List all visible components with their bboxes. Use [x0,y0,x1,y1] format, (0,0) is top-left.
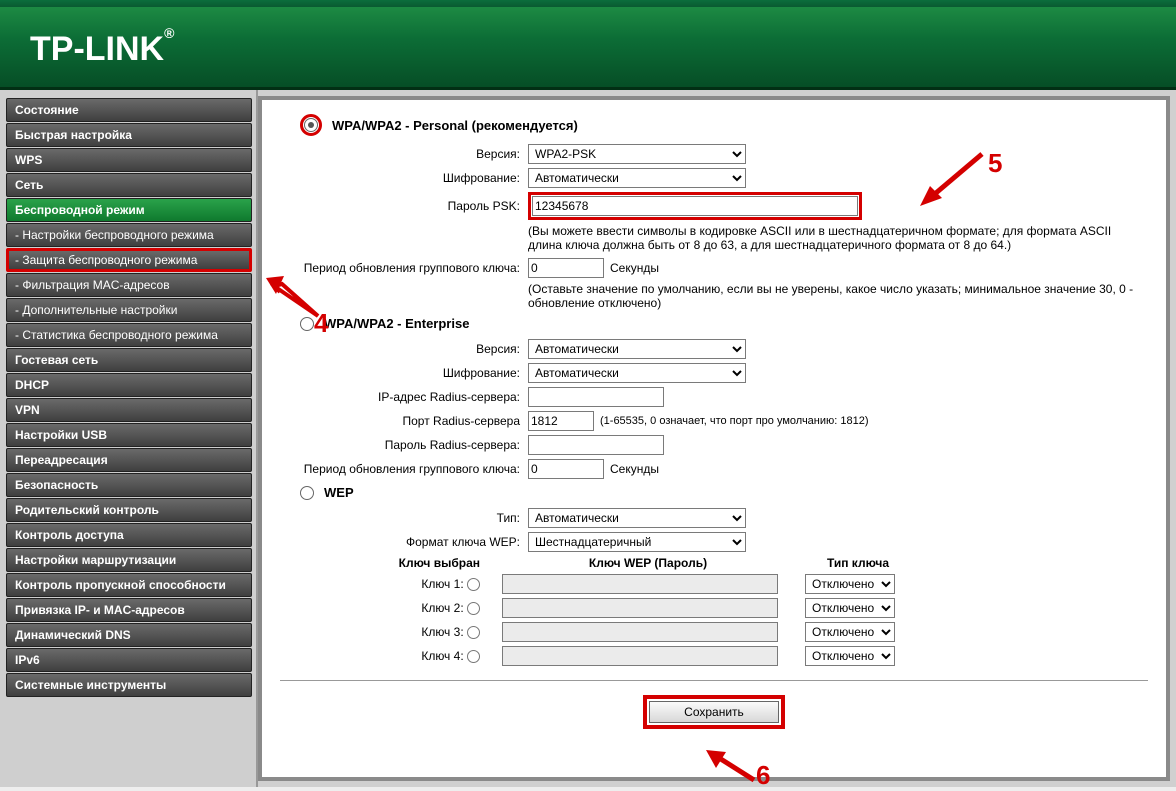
gk-unit: Секунды [610,261,659,275]
wep-key-label: Ключ 4: [421,649,463,663]
gk-label: Период обновления группового ключа: [280,261,528,275]
wpa-enterprise-head[interactable]: WPA/WPA2 - Enterprise [300,316,1148,331]
wep-title: WEP [324,485,354,500]
wep-key-type[interactable]: Отключено [805,622,895,642]
wep-key-label: Ключ 1: [421,577,463,591]
wpa-enterprise-title: WPA/WPA2 - Enterprise [324,316,469,331]
wep-format[interactable]: Шестнадцатеричный [528,532,746,552]
sidebar-item-15[interactable]: Безопасность [6,473,252,497]
wep-key-input[interactable] [502,574,778,594]
radius-port-label: Порт Radius-сервера [280,414,528,428]
wep-key-type[interactable]: Отключено [805,598,895,618]
ent-cipher[interactable]: Автоматически [528,363,746,383]
wep-key-label: Ключ 2: [421,601,463,615]
sidebar-item-8[interactable]: - Дополнительные настройки [6,298,252,322]
radio-wep[interactable] [300,486,314,500]
wpa-personal-version[interactable]: WPA2-PSK [528,144,746,164]
sidebar-item-21[interactable]: Динамический DNS [6,623,252,647]
wpa-personal-cipher[interactable]: Автоматически [528,168,746,188]
wep-key-input[interactable] [502,622,778,642]
sidebar-item-11[interactable]: DHCP [6,373,252,397]
psk-label: Пароль PSK: [280,199,528,213]
sidebar: СостояниеБыстрая настройкаWPSСетьБеспров… [0,90,258,787]
wep-type[interactable]: Автоматически [528,508,746,528]
sidebar-item-4[interactable]: Беспроводной режим [6,198,252,222]
sidebar-item-16[interactable]: Родительский контроль [6,498,252,522]
sidebar-item-20[interactable]: Привязка IP- и MAC-адресов [6,598,252,622]
sidebar-item-19[interactable]: Контроль пропускной способности [6,573,252,597]
sidebar-item-13[interactable]: Настройки USB [6,423,252,447]
wep-key-radio[interactable] [467,602,480,615]
wep-head-key: Ключ WEP (Пароль) [498,556,798,570]
ent-version[interactable]: Автоматически [528,339,746,359]
sidebar-item-14[interactable]: Переадресация [6,448,252,472]
gk-input[interactable] [528,258,604,278]
sidebar-item-3[interactable]: Сеть [6,173,252,197]
radius-ip-label: IP-адрес Radius-сервера: [280,390,528,404]
sidebar-item-5[interactable]: - Настройки беспроводного режима [6,223,252,247]
wep-key-radio[interactable] [467,626,480,639]
main-panel: WPA/WPA2 - Personal (рекомендуется) Верс… [258,96,1170,781]
psk-highlight-box [528,192,862,220]
sidebar-item-7[interactable]: - Фильтрация MAC-адресов [6,273,252,297]
version-label: Версия: [280,147,528,161]
wep-head-type: Тип ключа [798,556,918,570]
wep-key-label: Ключ 3: [421,625,463,639]
ent-version-label: Версия: [280,342,528,356]
header: TP-LINK® [0,7,1176,90]
wep-key-row: Ключ 1: Отключено [340,574,1148,594]
ent-gk-label: Период обновления группового ключа: [280,462,528,476]
ent-gk-unit: Секунды [610,462,659,476]
radius-port-hint: (1-65535, 0 означает, что порт про умолч… [600,415,869,427]
ent-cipher-label: Шифрование: [280,366,528,380]
wep-key-row: Ключ 4: Отключено [340,646,1148,666]
sidebar-item-23[interactable]: Системные инструменты [6,673,252,697]
wep-format-label: Формат ключа WEP: [280,535,528,549]
wep-key-input[interactable] [502,598,778,618]
radio-wpa-enterprise[interactable] [300,317,314,331]
wep-key-input[interactable] [502,646,778,666]
save-button[interactable]: Сохранить [649,701,779,723]
wpa-personal-head[interactable]: WPA/WPA2 - Personal (рекомендуется) [300,114,1148,136]
wep-key-type[interactable]: Отключено [805,646,895,666]
wep-key-type[interactable]: Отключено [805,574,895,594]
sidebar-item-12[interactable]: VPN [6,398,252,422]
wpa-personal-title: WPA/WPA2 - Personal (рекомендуется) [332,118,578,133]
save-highlight-box: Сохранить [643,695,785,729]
sidebar-item-1[interactable]: Быстрая настройка [6,123,252,147]
radius-port-input[interactable] [528,411,594,431]
wep-head[interactable]: WEP [300,485,1148,500]
ent-gk-input[interactable] [528,459,604,479]
sidebar-item-9[interactable]: - Статистика беспроводного режима [6,323,252,347]
radio-wpa-personal-highlight [300,114,322,136]
cipher-label: Шифрование: [280,171,528,185]
wep-key-grid: Ключ выбран Ключ WEP (Пароль) Тип ключа … [340,556,1148,666]
sidebar-item-22[interactable]: IPv6 [6,648,252,672]
sidebar-item-18[interactable]: Настройки маршрутизации [6,548,252,572]
radius-pw-input[interactable] [528,435,664,455]
psk-hint: (Вы можете ввести символы в кодировке AS… [528,224,1148,252]
wep-key-radio[interactable] [467,650,480,663]
brand-logo: TP-LINK® [30,25,174,69]
wep-key-row: Ключ 3: Отключено [340,622,1148,642]
gk-hint: (Оставьте значение по умолчанию, если вы… [528,282,1148,310]
wep-type-label: Тип: [280,511,528,525]
sidebar-item-2[interactable]: WPS [6,148,252,172]
sidebar-item-0[interactable]: Состояние [6,98,252,122]
sidebar-item-6[interactable]: - Защита беспроводного режима [6,248,252,272]
radius-pw-label: Пароль Radius-сервера: [280,438,528,452]
sidebar-item-17[interactable]: Контроль доступа [6,523,252,547]
psk-input[interactable] [532,196,858,216]
wep-head-sel: Ключ выбран [340,556,498,570]
radius-ip-input[interactable] [528,387,664,407]
wep-key-radio[interactable] [467,578,480,591]
wep-key-row: Ключ 2: Отключено [340,598,1148,618]
sidebar-item-10[interactable]: Гостевая сеть [6,348,252,372]
